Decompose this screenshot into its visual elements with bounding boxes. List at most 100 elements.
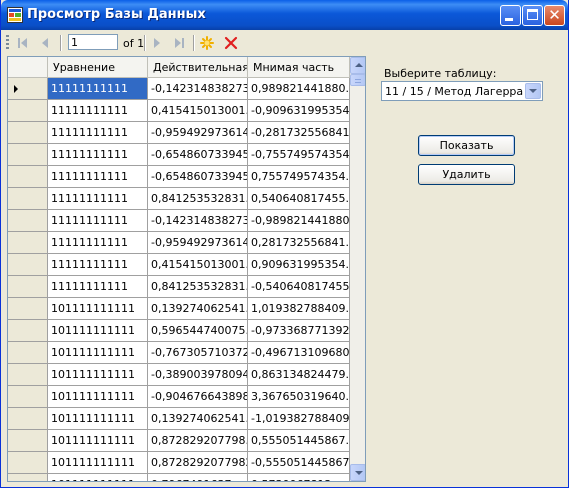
row-header[interactable]	[8, 408, 48, 430]
cell-equation[interactable]: 101111111111	[48, 364, 148, 386]
cell-real[interactable]: 0,7967491637...	[148, 474, 248, 481]
cell-imaginary[interactable]: 0,755749574354...	[248, 166, 350, 188]
cell-equation[interactable]: 11111111111	[48, 78, 148, 100]
row-header[interactable]	[8, 78, 48, 100]
row-header[interactable]	[8, 364, 48, 386]
move-first-button[interactable]	[14, 34, 32, 52]
table-row[interactable]: 11111111111 0,841253532831... -0,540640817…	[8, 276, 350, 298]
row-header[interactable]	[8, 430, 48, 452]
table-row[interactable]: 11111111111-0,959492973614...-0,28173255…	[8, 122, 350, 144]
column-header-real[interactable]: Действительная	[148, 57, 248, 78]
maximize-button[interactable]	[522, 5, 543, 26]
scroll-down-button[interactable]	[350, 464, 365, 481]
row-header[interactable]	[8, 210, 48, 232]
cell-imaginary[interactable]: 0,555051445867...	[248, 430, 350, 452]
scroll-thumb[interactable]	[350, 74, 365, 86]
table-row[interactable]: 11111111111-0,654860733945...0,755749574…	[8, 166, 350, 188]
toolbar-grip[interactable]	[6, 35, 9, 51]
row-header[interactable]	[8, 386, 48, 408]
cell-equation[interactable]: 101111111111	[48, 298, 148, 320]
table-row[interactable]: 101111111111 0,596544740075... -0,97336877…	[8, 320, 350, 342]
data-grid[interactable]: Уравнение Действительная Мнимая часть 11…	[7, 56, 366, 482]
cell-real[interactable]: 0,596544740075...	[148, 320, 248, 342]
table-row[interactable]: 101111111111 0,139274062541... 1,019382788…	[8, 298, 350, 320]
cell-equation[interactable]: 11111111111	[48, 100, 148, 122]
cell-imaginary[interactable]: -0,540640817455...	[248, 276, 350, 298]
cell-equation[interactable]: 11111111111	[48, 232, 148, 254]
row-header[interactable]	[8, 298, 48, 320]
table-row[interactable]: 11111111111-0,142314838273...0,989821441…	[8, 78, 350, 100]
table-row[interactable]: 101111111111 0,139274062541... -1,01938278…	[8, 408, 350, 430]
cell-real[interactable]: -0,904676643898...	[148, 386, 248, 408]
cell-imaginary[interactable]: 3,367650319640...	[248, 386, 350, 408]
cell-real[interactable]: -0,654860733945...	[148, 144, 248, 166]
row-header[interactable]	[8, 166, 48, 188]
delete-button[interactable]	[222, 34, 240, 52]
chevron-down-icon[interactable]	[525, 83, 541, 99]
close-button[interactable]: ✕	[544, 5, 565, 26]
table-row[interactable]: 11111111111-0,959492973614...0,281732556…	[8, 232, 350, 254]
cell-imaginary[interactable]: -0,755749574354...	[248, 144, 350, 166]
cell-equation[interactable]: 11111111111	[48, 122, 148, 144]
table-select[interactable]: 11 / 15 / Метод Лагерра	[381, 81, 543, 101]
table-row[interactable]: 101111111111 0,872829207798... 0,555051445…	[8, 430, 350, 452]
cell-equation[interactable]: 101111111111	[48, 430, 148, 452]
table-row[interactable]: 101111111111-0,904676643898...3,36765031…	[8, 386, 350, 408]
cell-equation[interactable]: 11111111111	[48, 188, 148, 210]
table-row[interactable]: 11111111111 0,415415013001... -0,909631995…	[8, 100, 350, 122]
corner-header[interactable]	[8, 57, 48, 78]
cell-real[interactable]: -0,959492973614...	[148, 232, 248, 254]
show-button[interactable]: Показать	[418, 135, 515, 156]
cell-imaginary[interactable]: -0,281732556841...	[248, 122, 350, 144]
delete-table-button[interactable]: Удалить	[418, 164, 515, 185]
row-header[interactable]	[8, 342, 48, 364]
row-header[interactable]	[8, 452, 48, 474]
row-header[interactable]	[8, 474, 48, 481]
cell-equation[interactable]: 11111111111	[48, 276, 148, 298]
row-header[interactable]	[8, 320, 48, 342]
cell-imaginary[interactable]: -0,555051445867...	[248, 452, 350, 474]
position-input[interactable]	[68, 34, 118, 50]
table-row[interactable]: 101111111111-0,767305710372...-0,4967131…	[8, 342, 350, 364]
cell-imaginary[interactable]: 0,989821441880...	[248, 78, 350, 100]
table-row[interactable]: 1011111111110,7967491637...0,5730067812.…	[8, 474, 350, 481]
cell-imaginary[interactable]: 0,909631995354...	[248, 254, 350, 276]
minimize-button[interactable]	[500, 5, 521, 26]
cell-real[interactable]: 0,841253532831...	[148, 276, 248, 298]
cell-equation[interactable]: 11111111111	[48, 210, 148, 232]
cell-real[interactable]: -0,654860733945...	[148, 166, 248, 188]
cell-real[interactable]: -0,142314838273...	[148, 210, 248, 232]
cell-real[interactable]: 0,139274062541...	[148, 408, 248, 430]
cell-equation[interactable]: 101111111111	[48, 320, 148, 342]
scroll-up-button[interactable]	[350, 57, 365, 74]
move-previous-button[interactable]	[36, 34, 54, 52]
cell-imaginary[interactable]: -0,973368771392...	[248, 320, 350, 342]
column-header-equation[interactable]: Уравнение	[48, 57, 148, 78]
row-header[interactable]	[8, 100, 48, 122]
cell-real[interactable]: 0,872829207798...	[148, 430, 248, 452]
cell-real[interactable]: -0,389003978094...	[148, 364, 248, 386]
table-row[interactable]: 11111111111 0,415415013001... 0,9096319953…	[8, 254, 350, 276]
row-header[interactable]	[8, 122, 48, 144]
cell-equation[interactable]: 101111111111	[48, 386, 148, 408]
cell-real[interactable]: 0,87282920779827	[148, 452, 248, 474]
column-header-imaginary[interactable]: Мнимая часть	[248, 57, 350, 78]
row-header[interactable]	[8, 144, 48, 166]
table-row[interactable]: 11111111111 0,841253532831... 0,5406408174…	[8, 188, 350, 210]
cell-real[interactable]: 0,139274062541...	[148, 298, 248, 320]
move-last-button[interactable]	[170, 34, 188, 52]
cell-equation[interactable]: 101111111111	[48, 408, 148, 430]
cell-imaginary[interactable]: 0,281732556841...	[248, 232, 350, 254]
cell-real[interactable]: 0,841253532831...	[148, 188, 248, 210]
row-header[interactable]	[8, 188, 48, 210]
table-row[interactable]: 11111111111-0,654860733945...-0,75574957…	[8, 144, 350, 166]
cell-real[interactable]: -0,142314838273...	[148, 78, 248, 100]
title-bar[interactable]: Просмотр Базы Данных ✕	[1, 0, 568, 30]
move-next-button[interactable]	[148, 34, 166, 52]
cell-equation[interactable]: 101111111111	[48, 474, 148, 481]
cell-equation[interactable]: 11111111111	[48, 166, 148, 188]
table-row[interactable]: 1011111111110,87282920779827-0,555051445…	[8, 452, 350, 474]
row-header[interactable]	[8, 232, 48, 254]
table-row[interactable]: 101111111111-0,389003978094...0,86313482…	[8, 364, 350, 386]
cell-real[interactable]: 0,415415013001...	[148, 100, 248, 122]
